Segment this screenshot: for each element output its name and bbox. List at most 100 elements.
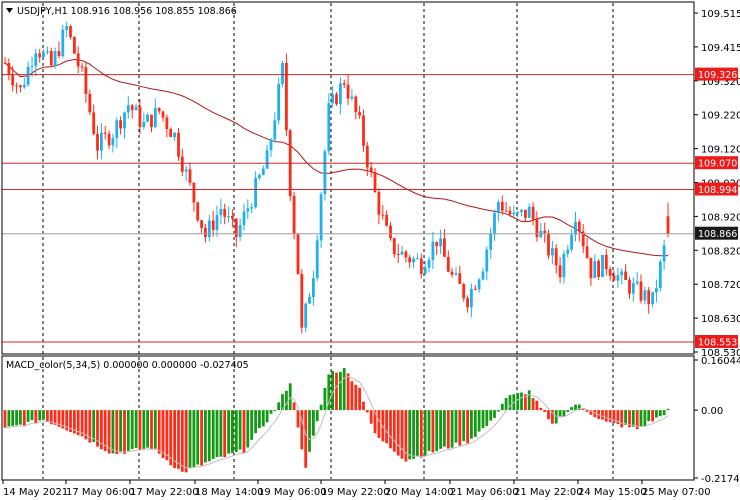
candle-body [238, 225, 242, 238]
candle-body [73, 37, 76, 54]
macd-bar [246, 410, 250, 448]
candle-body [419, 258, 423, 274]
macd-bar [473, 410, 477, 437]
macd-bar [173, 410, 176, 469]
candle-body [34, 53, 38, 67]
time-label: 19 May 06:00 [258, 487, 327, 498]
macd-bar [377, 410, 381, 438]
level-tag-label: 109.070 [698, 159, 737, 170]
macd-bar [547, 410, 550, 420]
macd-bar [601, 410, 604, 420]
macd-bar [261, 410, 265, 427]
time-label: 17 May 06:00 [66, 487, 135, 498]
macd-bar [161, 410, 165, 459]
macd-bar [42, 410, 45, 420]
candle-body [261, 168, 265, 175]
macd-bar [662, 410, 666, 416]
candle-body [281, 62, 284, 84]
candle-body [520, 209, 523, 212]
candle-body [200, 220, 203, 228]
time-label: 21 May 06:00 [450, 487, 519, 498]
candle-body [53, 51, 57, 66]
macd-bar [354, 384, 358, 411]
candle-body [92, 112, 96, 134]
macd-bar [200, 410, 203, 466]
macd-bar [651, 410, 654, 422]
macd-bar [296, 410, 300, 428]
candle-body [500, 201, 504, 211]
price-label: 108.820 [701, 246, 740, 257]
price-label: 109.220 [701, 111, 740, 122]
macd-bar [369, 410, 373, 424]
candle-body [146, 114, 149, 122]
macd-bar [658, 410, 662, 417]
macd-bar [620, 410, 624, 428]
macd-bar [624, 410, 627, 425]
macd-bar [134, 410, 138, 448]
macd-bar [462, 410, 466, 441]
candle-body [312, 278, 315, 297]
candle-body [22, 84, 26, 88]
candle-body [150, 114, 153, 127]
macd-bar [219, 410, 223, 457]
macd-bar [570, 407, 573, 411]
candle-body [631, 283, 635, 294]
candle-body [558, 265, 562, 278]
candle-body [450, 271, 454, 275]
macd-bar [346, 373, 350, 411]
macd-bar [554, 410, 558, 424]
candle-body [123, 112, 126, 129]
macd-bar [439, 410, 442, 449]
candle-body [416, 258, 419, 260]
candle-body [516, 212, 520, 214]
candle-body [593, 261, 597, 278]
level-tag-label: 109.326 [698, 70, 737, 81]
macd-bar [362, 401, 365, 411]
macd-axis-label: 0.00 [701, 406, 723, 417]
macd-bar [520, 392, 523, 411]
macd-bar [435, 410, 439, 452]
candle-body [61, 29, 65, 56]
time-label: 21 May 22:00 [514, 487, 583, 498]
macd-bar [292, 402, 296, 410]
candle-body [466, 298, 469, 308]
time-label: 19 May 22:00 [321, 487, 390, 498]
macd-bar [458, 410, 462, 446]
macd-bar [443, 410, 446, 447]
candle-body [512, 212, 516, 215]
candle-body [300, 273, 304, 328]
time-label: 25 May 07:00 [642, 487, 711, 498]
candle-body [273, 120, 277, 140]
candle-body [570, 234, 573, 250]
macd-bar [119, 410, 122, 453]
macd-bar [408, 410, 412, 460]
macd-bar [11, 410, 15, 426]
macd-bar [265, 410, 269, 423]
candle-body [358, 112, 361, 116]
candle-body [342, 83, 346, 85]
price-label: 109.515 [701, 9, 740, 20]
macd-bar [477, 410, 481, 432]
candle-body [662, 245, 666, 262]
candle-body [184, 169, 188, 172]
macd-bar [466, 410, 469, 444]
candle-body [412, 258, 415, 263]
symbol-title: USDJPY,H1 108.916 108.956 108.855 108.86… [17, 6, 237, 17]
candle-body [11, 75, 15, 86]
candle-body [350, 96, 354, 99]
candle-body [38, 53, 42, 58]
candle-body [566, 249, 570, 254]
candle-body [620, 271, 624, 276]
candle-body [223, 209, 227, 217]
macd-bar [400, 410, 404, 459]
candle-body [46, 51, 49, 53]
macd-bar [123, 410, 126, 454]
macd-bar [19, 410, 22, 425]
macd-bar [277, 402, 281, 411]
price-label: 108.920 [701, 212, 740, 223]
macd-bar [285, 390, 288, 411]
macd-bar [608, 410, 612, 423]
candle-body [369, 167, 373, 172]
macd-bar [504, 398, 508, 411]
trading-chart[interactable]: USDJPY,H1 108.916 108.956 108.855 108.86… [0, 0, 740, 500]
